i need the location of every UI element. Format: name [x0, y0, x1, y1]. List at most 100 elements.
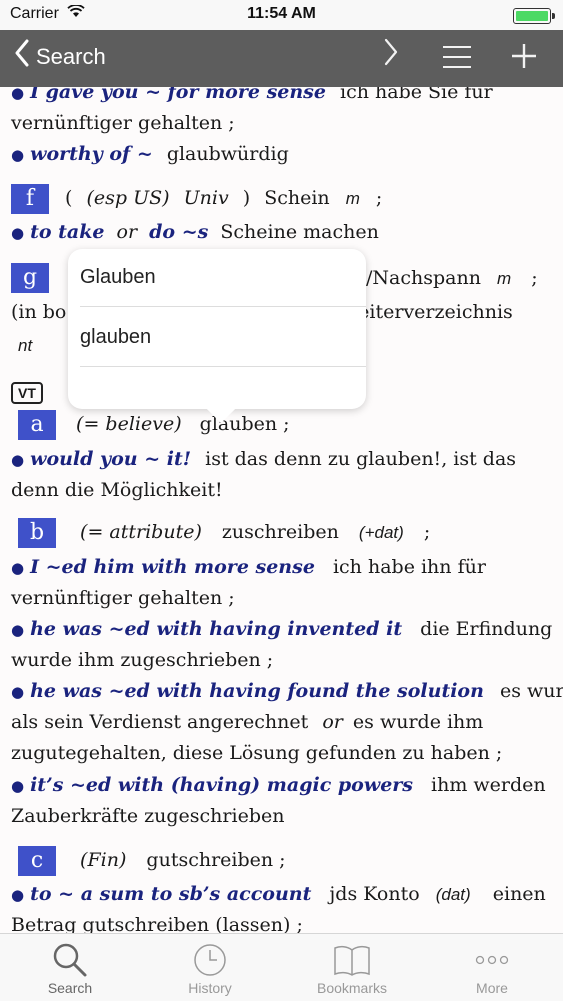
- translation[interactable]: gutschreiben ;: [146, 849, 285, 871]
- entry-line[interactable]: Zauberkräfte zugeschrieben: [11, 805, 284, 827]
- battery-icon: [513, 8, 555, 24]
- dictionary-entry: ● I gave you ~ for more sense ich habe Si…: [0, 87, 563, 933]
- translation[interactable]: /Nachspann: [366, 267, 481, 289]
- translation[interactable]: ich habe ihn für: [333, 556, 486, 578]
- translation[interactable]: jds Konto: [329, 883, 419, 905]
- popup-divider: [80, 366, 366, 367]
- search-icon: [20, 940, 120, 980]
- separator: ;: [423, 521, 431, 543]
- entry-line: ● to take or do ~s Scheine machen: [11, 221, 379, 243]
- gender-label: m: [497, 269, 512, 288]
- translation[interactable]: glaubwürdig: [167, 143, 289, 165]
- translation[interactable]: es wurde: [500, 680, 563, 702]
- tab-label: Bookmarks: [316, 980, 388, 996]
- entry-line: ● worthy of ~ glaubwürdig: [11, 143, 289, 165]
- example-phrase[interactable]: I ~ed him with more sense: [30, 556, 315, 578]
- part-of-speech: VT: [11, 381, 43, 404]
- translation[interactable]: als sein Verdienst angerechnet: [11, 711, 308, 733]
- status-bar: Carrier 11:54 AM: [0, 0, 563, 30]
- translation[interactable]: ich habe Sie für: [340, 87, 493, 103]
- entry-line: ● I ~ed him with more sense ich habe ihn …: [11, 556, 486, 578]
- paren: ): [242, 187, 251, 209]
- popup-option-glauben-noun[interactable]: Glauben: [80, 266, 156, 289]
- entry-line[interactable]: denn die Möglichkeit!: [11, 479, 223, 501]
- tab-label: More: [476, 980, 508, 996]
- case-label: (dat): [435, 885, 471, 904]
- chevron-right-icon[interactable]: [383, 38, 399, 74]
- translation[interactable]: glauben ;: [200, 413, 290, 435]
- sense-b: b (= attribute) zuschreiben (+dat) ;: [18, 518, 430, 548]
- sense-g: g: [11, 263, 59, 293]
- translation[interactable]: Scheine machen: [220, 221, 378, 243]
- separator: ;: [531, 267, 538, 289]
- entry-line: ● would you ~ it! ist das denn zu glauben…: [11, 448, 517, 470]
- tab-more[interactable]: More: [442, 940, 542, 996]
- tab-label: History: [188, 980, 232, 996]
- sense-f: f ( (esp US) Univ ) Schein m ;: [11, 184, 382, 214]
- translation[interactable]: die Erfindung: [420, 618, 552, 640]
- entry-line[interactable]: vernünftiger gehalten ;: [11, 587, 235, 609]
- menu-icon[interactable]: [443, 46, 471, 76]
- label-esp-us[interactable]: (esp US): [87, 187, 170, 209]
- back-button-label: Search: [36, 44, 106, 69]
- popup-option-glauben-verb[interactable]: glauben: [80, 326, 151, 349]
- entry-line: als sein Verdienst angerechnet or es wur…: [11, 711, 483, 733]
- example-phrase[interactable]: to ~ a sum to sb’s account: [30, 883, 311, 905]
- sense-label[interactable]: (= attribute): [80, 521, 202, 543]
- example-phrase[interactable]: would you ~ it!: [30, 448, 191, 470]
- example-phrase[interactable]: he was ~ed with having found the solutio…: [30, 680, 484, 702]
- entry-line: ● I gave you ~ for more sense ich habe Si…: [11, 87, 493, 103]
- entry-line[interactable]: beiterverzeichnis: [346, 301, 513, 323]
- sense-a: a (= believe) glauben ;: [18, 410, 290, 440]
- entry-line: ● he was ~ed with having invented it die …: [11, 618, 553, 640]
- sense-label[interactable]: (Fin): [80, 849, 126, 871]
- tab-bookmarks[interactable]: Bookmarks: [302, 940, 402, 996]
- translation[interactable]: einen: [493, 883, 546, 905]
- example-phrase[interactable]: I gave you ~ for more sense: [30, 87, 326, 103]
- label-univ[interactable]: Univ: [184, 187, 229, 209]
- tab-history[interactable]: History: [160, 940, 260, 996]
- sense-badge: a: [18, 410, 56, 440]
- entry-line[interactable]: (in bo: [11, 301, 66, 323]
- example-phrase[interactable]: it’s ~ed with (having) magic powers: [30, 774, 413, 796]
- paren: (: [65, 187, 73, 209]
- headword[interactable]: Schein: [264, 187, 329, 209]
- back-button[interactable]: Search: [14, 39, 106, 73]
- example-phrase[interactable]: he was ~ed with having invented it: [30, 618, 402, 640]
- entry-line[interactable]: wurde ihm zugeschrieben ;: [11, 649, 273, 671]
- entry-line: /Nachspann m ;: [366, 267, 538, 289]
- sense-badge: c: [18, 846, 56, 876]
- book-icon: [302, 940, 402, 980]
- sense-badge: f: [11, 184, 49, 214]
- more-icon: [442, 940, 542, 980]
- entry-line[interactable]: Betrag gutschreiben (lassen) ;: [11, 914, 303, 933]
- gender-label: nt: [18, 336, 33, 355]
- entry-line: ● to ~ a sum to sb’s account jds Konto (d…: [11, 883, 546, 905]
- or-label: or: [116, 221, 138, 243]
- entry-line[interactable]: zugutegehalten, diese Lösung gefunden zu…: [11, 742, 502, 764]
- word-lookup-popup: Glauben glauben: [68, 249, 366, 424]
- sense-c: c (Fin) gutschreiben ;: [18, 846, 286, 876]
- translation[interactable]: ist das denn zu glauben!, ist das: [205, 448, 516, 470]
- sense-badge: g: [11, 263, 49, 293]
- sense-label[interactable]: (= believe): [76, 413, 182, 435]
- clock-icon: [160, 940, 260, 980]
- plus-icon[interactable]: [510, 34, 538, 75]
- example-phrase[interactable]: to take: [30, 221, 104, 243]
- example-phrase[interactable]: worthy of ~: [30, 143, 153, 165]
- translation[interactable]: es wurde ihm: [353, 711, 483, 733]
- tab-search[interactable]: Search: [20, 940, 120, 996]
- entry-line: ● it’s ~ed with (having) magic powers ihm…: [11, 774, 546, 796]
- entry-line[interactable]: vernünftiger gehalten ;: [11, 112, 235, 134]
- chevron-left-icon: [14, 39, 30, 73]
- translation[interactable]: zuschreiben: [222, 521, 339, 543]
- navigation-bar: Search: [0, 30, 563, 87]
- tab-bar: Search History Bookmarks More: [0, 933, 563, 1001]
- clock-time: 11:54 AM: [247, 5, 316, 22]
- translation[interactable]: ihm werden: [431, 774, 546, 796]
- gender-label: m: [345, 189, 360, 208]
- or-label: or: [322, 711, 343, 733]
- example-phrase[interactable]: do ~s: [149, 221, 208, 243]
- popup-divider: [80, 306, 366, 307]
- separator: ;: [375, 187, 383, 209]
